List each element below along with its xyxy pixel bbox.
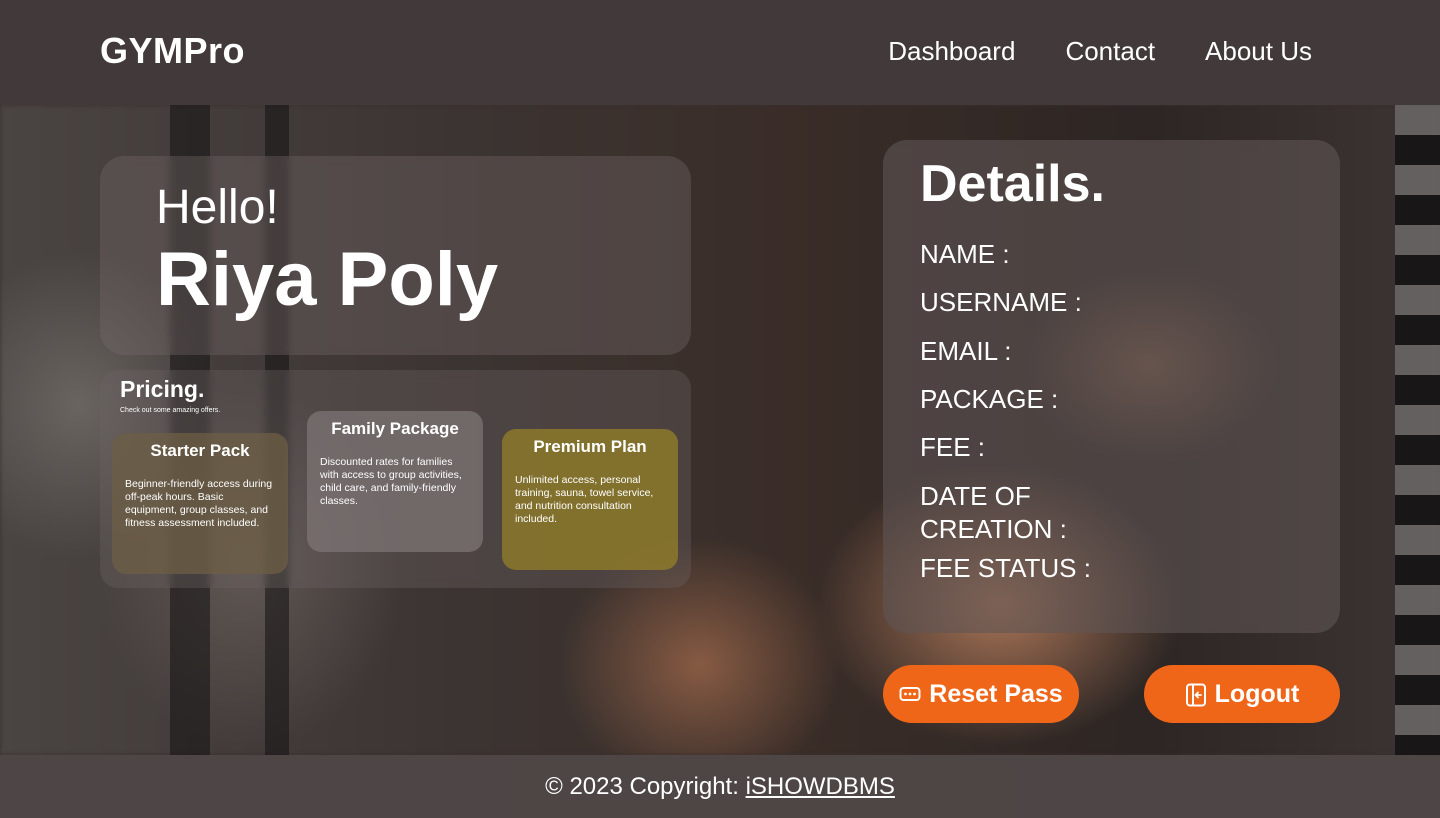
background-rack-holes [1395, 105, 1440, 755]
user-display-name: Riya Poly [156, 237, 499, 322]
pricing-card: Pricing. Check out some amazing offers. … [100, 370, 691, 588]
field-date-of-label: DATE OF [920, 481, 1031, 511]
field-fee-status-label: FEE STATUS : [920, 553, 1091, 583]
main-nav: Dashboard Contact About Us [888, 36, 1312, 67]
reset-password-label: Reset Pass [929, 679, 1063, 708]
field-package-label: PACKAGE : [920, 384, 1059, 414]
top-navbar: GYMPro Dashboard Contact About Us [0, 0, 1440, 105]
plan-card-family[interactable]: Family Package Discounted rates for fami… [307, 411, 483, 552]
plan-card-premium[interactable]: Premium Plan Unlimited access, personal … [502, 429, 678, 570]
brand-logo[interactable]: GYMPro [100, 30, 245, 72]
plan-description: Beginner-friendly access during off-peak… [125, 478, 273, 529]
nav-contact[interactable]: Contact [1065, 36, 1155, 67]
copyright-link[interactable]: iSHOWDBMS [746, 773, 895, 800]
reset-password-button[interactable]: Reset Pass [883, 665, 1079, 723]
logout-icon [1185, 683, 1207, 707]
details-card: Details. NAME : USERNAME : EMAIL : PACKA… [883, 140, 1340, 633]
plan-name: Family Package [331, 419, 459, 438]
field-fee-label: FEE : [920, 432, 986, 462]
plan-description: Unlimited access, personal training, sau… [515, 474, 654, 525]
password-icon [899, 683, 921, 705]
field-name-label: NAME : [920, 239, 1010, 269]
logout-label: Logout [1214, 679, 1300, 708]
plan-description: Discounted rates for families with acces… [320, 456, 462, 507]
field-username-label: USERNAME : [920, 287, 1082, 317]
greeting-hello: Hello! [156, 181, 279, 234]
logout-button[interactable]: Logout [1144, 665, 1340, 723]
details-title: Details. [920, 155, 1105, 213]
plan-name: Premium Plan [533, 437, 647, 456]
plan-card-starter[interactable]: Starter Pack Beginner-friendly access du… [112, 433, 288, 574]
copyright-prefix: © 2023 Copyright: [545, 773, 746, 800]
field-creation-label: CREATION : [920, 514, 1067, 544]
field-email-label: EMAIL : [920, 336, 1012, 366]
footer: © 2023 Copyright: iSHOWDBMS [0, 755, 1440, 818]
greeting-card: Hello! Riya Poly [100, 156, 691, 355]
copyright-text: © 2023 Copyright: iSHOWDBMS [0, 773, 1440, 801]
nav-dashboard[interactable]: Dashboard [888, 36, 1015, 67]
nav-about-us[interactable]: About Us [1205, 36, 1312, 67]
plan-name: Starter Pack [150, 441, 250, 460]
pricing-title: Pricing. [120, 376, 205, 402]
pricing-subtitle: Check out some amazing offers. [120, 407, 221, 414]
